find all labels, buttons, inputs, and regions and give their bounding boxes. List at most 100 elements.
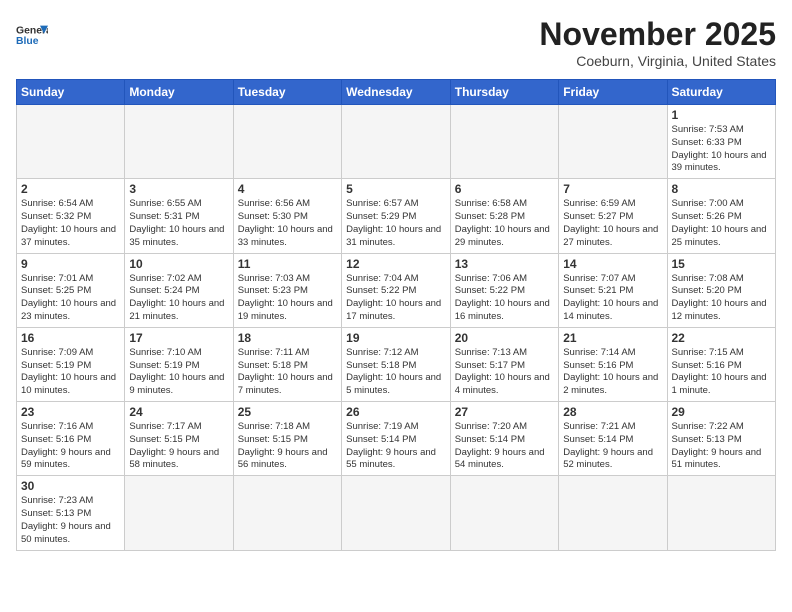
day-number: 7 <box>563 182 662 196</box>
day-info: Sunrise: 7:14 AM Sunset: 5:16 PM Dayligh… <box>563 347 662 398</box>
calendar-cell: 6 Sunrise: 6:58 AM Sunset: 5:28 PM Daylig… <box>450 179 558 253</box>
day-number: 1 <box>672 108 772 122</box>
calendar-cell <box>125 476 233 550</box>
day-number: 10 <box>129 257 228 271</box>
day-info: Sunrise: 6:55 AM Sunset: 5:31 PM Dayligh… <box>129 198 228 249</box>
calendar-cell: 30Sunrise: 7:23 AM Sunset: 5:13 PM Dayli… <box>17 476 125 550</box>
day-info: Sunrise: 7:09 AM Sunset: 5:19 PM Dayligh… <box>21 347 120 398</box>
calendar-week-2: 9 Sunrise: 7:01 AM Sunset: 5:25 PM Daylig… <box>17 253 776 327</box>
day-info: Sunrise: 7:15 AM Sunset: 5:16 PM Dayligh… <box>672 347 772 398</box>
day-info: Sunrise: 7:11 AM Sunset: 5:18 PM Dayligh… <box>238 347 337 398</box>
calendar-cell: 10 Sunrise: 7:02 AM Sunset: 5:24 PM Dayli… <box>125 253 233 327</box>
day-info: Sunrise: 7:01 AM Sunset: 5:25 PM Dayligh… <box>21 273 120 324</box>
day-number: 2 <box>21 182 120 196</box>
day-info: Sunrise: 7:00 AM Sunset: 5:26 PM Dayligh… <box>672 198 772 249</box>
calendar-cell: 3 Sunrise: 6:55 AM Sunset: 5:31 PM Daylig… <box>125 179 233 253</box>
calendar-cell: 26 Sunrise: 7:19 AM Sunset: 5:14 PM Dayli… <box>342 402 451 476</box>
weekday-header-wednesday: Wednesday <box>342 80 451 105</box>
day-number: 15 <box>672 257 772 271</box>
day-number: 26 <box>346 405 446 419</box>
calendar-cell <box>342 476 451 550</box>
calendar-cell <box>559 476 667 550</box>
day-info: Sunrise: 6:58 AM Sunset: 5:28 PM Dayligh… <box>455 198 554 249</box>
day-info: Sunrise: 7:22 AM Sunset: 5:13 PM Dayligh… <box>672 421 772 472</box>
calendar-cell: 4Sunrise: 6:56 AM Sunset: 5:30 PM Daylig… <box>233 179 341 253</box>
day-info: Sunrise: 7:06 AM Sunset: 5:22 PM Dayligh… <box>455 273 554 324</box>
location: Coeburn, Virginia, United States <box>539 53 776 69</box>
day-info: Sunrise: 7:17 AM Sunset: 5:15 PM Dayligh… <box>129 421 228 472</box>
logo: General Blue <box>16 22 48 50</box>
weekday-header-saturday: Saturday <box>667 80 776 105</box>
day-number: 22 <box>672 331 772 345</box>
calendar-cell: 18 Sunrise: 7:11 AM Sunset: 5:18 PM Dayli… <box>233 327 341 401</box>
day-number: 29 <box>672 405 772 419</box>
weekday-header-row: SundayMondayTuesdayWednesdayThursdayFrid… <box>17 80 776 105</box>
weekday-header-thursday: Thursday <box>450 80 558 105</box>
day-info: Sunrise: 7:18 AM Sunset: 5:15 PM Dayligh… <box>238 421 337 472</box>
day-number: 14 <box>563 257 662 271</box>
day-info: Sunrise: 7:13 AM Sunset: 5:17 PM Dayligh… <box>455 347 554 398</box>
day-number: 25 <box>238 405 337 419</box>
title-section: November 2025 Coeburn, Virginia, United … <box>539 16 776 69</box>
weekday-header-friday: Friday <box>559 80 667 105</box>
day-number: 6 <box>455 182 554 196</box>
day-number: 27 <box>455 405 554 419</box>
calendar-cell <box>667 476 776 550</box>
logo-icon: General Blue <box>16 22 48 50</box>
calendar-cell: 22 Sunrise: 7:15 AM Sunset: 5:16 PM Dayli… <box>667 327 776 401</box>
day-number: 3 <box>129 182 228 196</box>
day-number: 20 <box>455 331 554 345</box>
calendar-cell: 19Sunrise: 7:12 AM Sunset: 5:18 PM Dayli… <box>342 327 451 401</box>
day-info: Sunrise: 7:20 AM Sunset: 5:14 PM Dayligh… <box>455 421 554 472</box>
calendar-cell: 21Sunrise: 7:14 AM Sunset: 5:16 PM Dayli… <box>559 327 667 401</box>
calendar-cell: 16 Sunrise: 7:09 AM Sunset: 5:19 PM Dayli… <box>17 327 125 401</box>
day-number: 13 <box>455 257 554 271</box>
day-number: 24 <box>129 405 228 419</box>
day-info: Sunrise: 7:21 AM Sunset: 5:14 PM Dayligh… <box>563 421 662 472</box>
month-title: November 2025 <box>539 16 776 53</box>
day-number: 8 <box>672 182 772 196</box>
calendar-cell <box>233 105 341 179</box>
calendar-cell <box>450 476 558 550</box>
day-number: 23 <box>21 405 120 419</box>
svg-text:Blue: Blue <box>16 36 39 47</box>
page-header: General Blue November 2025 Coeburn, Virg… <box>16 16 776 69</box>
calendar-cell: 25 Sunrise: 7:18 AM Sunset: 5:15 PM Dayli… <box>233 402 341 476</box>
day-number: 18 <box>238 331 337 345</box>
calendar-cell <box>559 105 667 179</box>
calendar-cell: 2Sunrise: 6:54 AM Sunset: 5:32 PM Daylig… <box>17 179 125 253</box>
calendar-cell: 29 Sunrise: 7:22 AM Sunset: 5:13 PM Dayli… <box>667 402 776 476</box>
calendar-cell: 28 Sunrise: 7:21 AM Sunset: 5:14 PM Dayli… <box>559 402 667 476</box>
weekday-header-tuesday: Tuesday <box>233 80 341 105</box>
day-info: Sunrise: 7:03 AM Sunset: 5:23 PM Dayligh… <box>238 273 337 324</box>
day-info: Sunrise: 6:59 AM Sunset: 5:27 PM Dayligh… <box>563 198 662 249</box>
day-number: 16 <box>21 331 120 345</box>
calendar-cell: 24 Sunrise: 7:17 AM Sunset: 5:15 PM Dayli… <box>125 402 233 476</box>
calendar-cell: 14 Sunrise: 7:07 AM Sunset: 5:21 PM Dayli… <box>559 253 667 327</box>
calendar-cell: 20 Sunrise: 7:13 AM Sunset: 5:17 PM Dayli… <box>450 327 558 401</box>
day-info: Sunrise: 7:08 AM Sunset: 5:20 PM Dayligh… <box>672 273 772 324</box>
calendar-table: SundayMondayTuesdayWednesdayThursdayFrid… <box>16 79 776 551</box>
day-info: Sunrise: 7:07 AM Sunset: 5:21 PM Dayligh… <box>563 273 662 324</box>
day-number: 9 <box>21 257 120 271</box>
calendar-week-1: 2Sunrise: 6:54 AM Sunset: 5:32 PM Daylig… <box>17 179 776 253</box>
day-info: Sunrise: 7:02 AM Sunset: 5:24 PM Dayligh… <box>129 273 228 324</box>
weekday-header-monday: Monday <box>125 80 233 105</box>
calendar-cell <box>233 476 341 550</box>
calendar-cell <box>125 105 233 179</box>
day-info: Sunrise: 7:19 AM Sunset: 5:14 PM Dayligh… <box>346 421 446 472</box>
calendar-cell <box>450 105 558 179</box>
calendar-week-5: 30Sunrise: 7:23 AM Sunset: 5:13 PM Dayli… <box>17 476 776 550</box>
day-number: 28 <box>563 405 662 419</box>
calendar-week-3: 16 Sunrise: 7:09 AM Sunset: 5:19 PM Dayli… <box>17 327 776 401</box>
day-info: Sunrise: 6:57 AM Sunset: 5:29 PM Dayligh… <box>346 198 446 249</box>
calendar-cell: 15 Sunrise: 7:08 AM Sunset: 5:20 PM Dayli… <box>667 253 776 327</box>
day-info: Sunrise: 7:04 AM Sunset: 5:22 PM Dayligh… <box>346 273 446 324</box>
day-number: 11 <box>238 257 337 271</box>
calendar-week-0: 1 Sunrise: 7:53 AM Sunset: 6:33 PM Daylig… <box>17 105 776 179</box>
day-number: 17 <box>129 331 228 345</box>
day-info: Sunrise: 7:12 AM Sunset: 5:18 PM Dayligh… <box>346 347 446 398</box>
day-info: Sunrise: 7:53 AM Sunset: 6:33 PM Dayligh… <box>672 124 772 175</box>
calendar-cell: 12Sunrise: 7:04 AM Sunset: 5:22 PM Dayli… <box>342 253 451 327</box>
calendar-cell: 8 Sunrise: 7:00 AM Sunset: 5:26 PM Daylig… <box>667 179 776 253</box>
